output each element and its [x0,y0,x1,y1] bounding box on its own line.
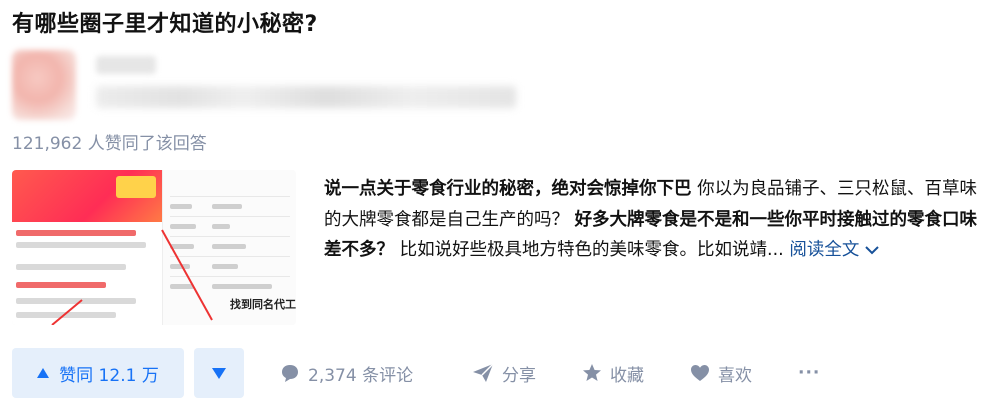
chevron-down-icon [865,236,880,267]
excerpt-bold-1: 说一点关于零食行业的秘密，绝对会惊掉你下巴 [324,179,692,199]
question-title[interactable]: 有哪些圈子里才知道的小秘密? [12,6,318,38]
favorite-button[interactable]: 收藏 [582,348,644,398]
comments-button[interactable]: 2,374 条评论 [280,348,413,398]
vote-down-button[interactable] [194,348,244,398]
share-label: 分享 [502,365,536,386]
author-avatar[interactable] [12,50,76,120]
excerpt-text-2: 比如说好些极具地方特色的美味零食。比如说靖... [394,240,784,260]
more-button[interactable]: ··· [798,348,820,398]
heart-icon [690,364,710,382]
read-more-label[interactable]: 阅读全文 [789,240,859,260]
comments-label: 2,374 条评论 [308,365,414,386]
like-label: 喜欢 [718,365,752,386]
vote-up-label: 赞同 12.1 万 [59,365,159,386]
author-name-blurred [96,56,156,74]
more-dots-icon: ··· [798,363,821,383]
answer-action-bar: 赞同 12.1 万 2,374 条评论 分享 收藏 喜欢 ··· [12,348,992,398]
paper-plane-icon [472,363,494,383]
triangle-up-icon [37,368,50,378]
author-info-blurred [12,50,522,122]
vote-summary: 121,962 人赞同了该回答 [12,134,207,154]
thumbnail-caption: 找到同名代工 [230,298,296,311]
star-icon [582,363,602,383]
like-button[interactable]: 喜欢 [690,348,752,398]
read-more-link[interactable]: 阅读全文 [789,240,880,260]
triangle-down-icon [212,367,226,379]
share-button[interactable]: 分享 [472,348,536,398]
answer-excerpt[interactable]: 说一点关于零食行业的秘密，绝对会惊掉你下巴 你以为良品铺子、三只松鼠、百草味的大… [324,174,986,267]
answer-thumbnail[interactable]: 找到同名代工 [12,170,296,325]
comment-bubble-icon [280,363,300,383]
author-bio-blurred [96,86,516,108]
vote-up-button[interactable]: 赞同 12.1 万 [12,348,184,398]
favorite-label: 收藏 [610,365,644,386]
